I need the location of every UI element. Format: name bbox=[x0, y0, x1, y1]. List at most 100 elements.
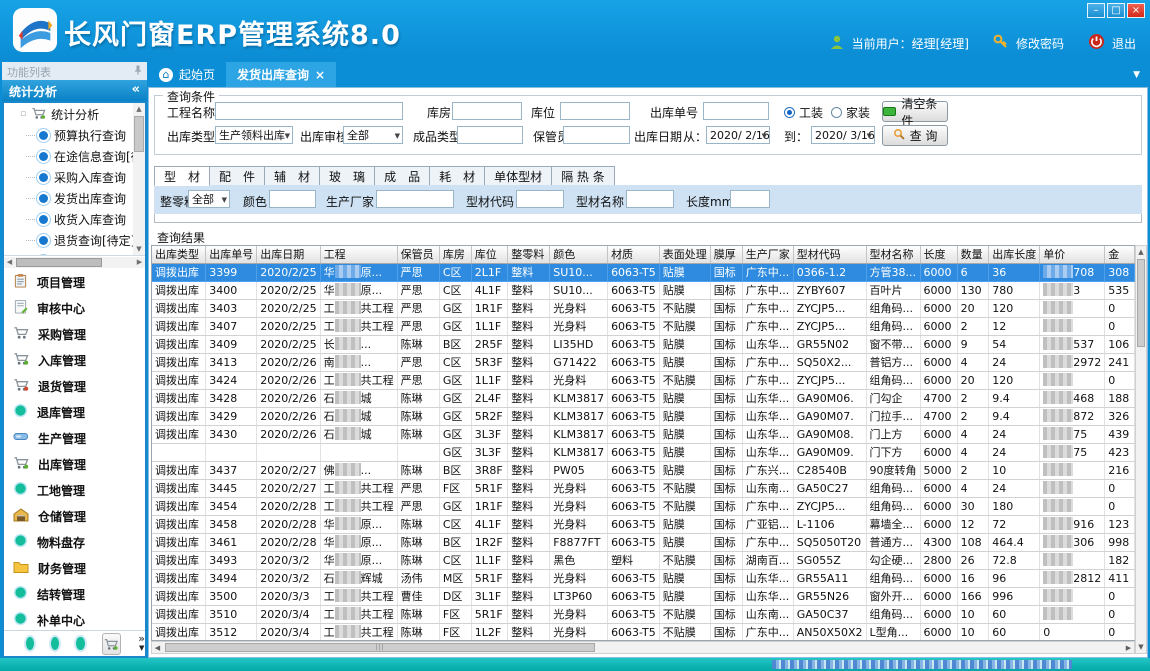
cell[interactable]: 1L1F bbox=[471, 551, 508, 569]
cell[interactable]: 华原... bbox=[320, 263, 397, 281]
cell[interactable]: 72 bbox=[989, 515, 1040, 533]
cell[interactable]: 6000 bbox=[920, 425, 957, 443]
cell[interactable]: LT3P60 bbox=[550, 587, 608, 605]
cell[interactable]: 严思 bbox=[397, 299, 439, 317]
cell[interactable]: 整料 bbox=[508, 605, 550, 623]
material-tab-6[interactable]: 单体型材 bbox=[485, 166, 552, 186]
cell[interactable]: 10 bbox=[957, 605, 989, 623]
cell[interactable]: ZYBY607 bbox=[793, 281, 866, 299]
cell[interactable]: 3428 bbox=[206, 389, 257, 407]
tree-item-0[interactable]: 预算执行查询 bbox=[4, 125, 145, 146]
cell[interactable]: 4 bbox=[957, 443, 989, 461]
cell[interactable] bbox=[1040, 551, 1105, 569]
menu-overflow-button[interactable]: »▼ bbox=[138, 635, 145, 652]
cell[interactable]: 5R1F bbox=[471, 605, 508, 623]
cell[interactable]: 780 bbox=[989, 281, 1040, 299]
cell[interactable]: 6000 bbox=[920, 479, 957, 497]
cell[interactable]: 2020/2/25 bbox=[257, 299, 320, 317]
cell[interactable]: 国标 bbox=[710, 407, 742, 425]
cell[interactable]: 严思 bbox=[397, 371, 439, 389]
cell[interactable]: 贴膜 bbox=[659, 407, 710, 425]
cell[interactable]: 439 bbox=[1105, 425, 1135, 443]
table-row[interactable]: 调拨出库34582020/2/28华原...陈琳C区4L1F整料光身料6063-… bbox=[152, 515, 1135, 533]
cell[interactable]: 贴膜 bbox=[659, 425, 710, 443]
cell[interactable]: 26 bbox=[957, 551, 989, 569]
cell[interactable]: 3413 bbox=[206, 353, 257, 371]
cell[interactable]: 工共工程 bbox=[320, 479, 397, 497]
cell[interactable]: 贴膜 bbox=[659, 281, 710, 299]
cell[interactable]: 464.4 bbox=[989, 533, 1040, 551]
cell[interactable]: 调拨出库 bbox=[152, 533, 206, 551]
cell[interactable]: 6000 bbox=[920, 353, 957, 371]
cell[interactable]: 12 bbox=[989, 317, 1040, 335]
cell[interactable]: 5R2F bbox=[471, 407, 508, 425]
cell[interactable]: GA50C27 bbox=[793, 479, 866, 497]
cell[interactable]: GR55N02 bbox=[793, 335, 866, 353]
cell[interactable] bbox=[1040, 317, 1105, 335]
cell[interactable]: 广东中... bbox=[742, 299, 793, 317]
cell[interactable]: C区 bbox=[439, 263, 471, 281]
cell[interactable]: 10 bbox=[957, 623, 989, 641]
cell[interactable]: 石城 bbox=[320, 407, 397, 425]
cell[interactable]: C区 bbox=[439, 353, 471, 371]
cell[interactable]: 3458 bbox=[206, 515, 257, 533]
cell[interactable]: 陈琳 bbox=[397, 335, 439, 353]
cell[interactable]: 贴膜 bbox=[659, 569, 710, 587]
table-row[interactable]: 调拨出库33992020/2/25华原...严思C区2L1F整料SU10...6… bbox=[152, 263, 1135, 281]
cell[interactable]: ZYCJP5... bbox=[793, 497, 866, 515]
cell[interactable]: 贴膜 bbox=[659, 389, 710, 407]
cell[interactable]: 2020/2/26 bbox=[257, 389, 320, 407]
cell[interactable]: 120 bbox=[989, 299, 1040, 317]
cell[interactable]: 整料 bbox=[508, 623, 550, 641]
cell[interactable]: 佛... bbox=[320, 461, 397, 479]
cell[interactable]: 广东中... bbox=[742, 623, 793, 641]
cell[interactable]: 湖南百... bbox=[742, 551, 793, 569]
table-row[interactable]: 调拨出库34372020/2/27佛...陈琳B区3R8F整料PW056063-… bbox=[152, 461, 1135, 479]
module-dot-icon[interactable] bbox=[51, 637, 59, 650]
cell[interactable]: 6063-T5 bbox=[608, 623, 660, 641]
cell[interactable]: 普铝方... bbox=[866, 353, 920, 371]
cell[interactable]: 窗不带... bbox=[866, 335, 920, 353]
cell[interactable]: L型角... bbox=[866, 623, 920, 641]
tab-close-icon[interactable]: × bbox=[315, 68, 325, 82]
table-row[interactable]: 调拨出库34002020/2/25华原...严思C区4L1F整料SU10...6… bbox=[152, 281, 1135, 299]
cell[interactable]: ZYCJP5... bbox=[793, 299, 866, 317]
cell[interactable]: 光身料 bbox=[550, 569, 608, 587]
table-row[interactable]: 调拨出库34542020/2/28工共工程严思G区1R1F整料光身料6063-T… bbox=[152, 497, 1135, 515]
radio-home-icon[interactable] bbox=[831, 107, 842, 118]
cell[interactable]: 0 bbox=[1105, 479, 1135, 497]
column-header-12[interactable]: 生产厂家 bbox=[742, 246, 793, 263]
cell[interactable]: 5R1F bbox=[471, 569, 508, 587]
cell[interactable]: 306 bbox=[1040, 533, 1105, 551]
module-dot-icon[interactable] bbox=[26, 637, 34, 650]
cell[interactable]: 30 bbox=[957, 497, 989, 515]
table-row[interactable]: 调拨出库34292020/2/26石城陈琳G区5R2F整料KLM38176063… bbox=[152, 407, 1135, 425]
cell[interactable]: 陈琳 bbox=[397, 407, 439, 425]
cell[interactable]: 3L3F bbox=[471, 443, 508, 461]
color-input[interactable] bbox=[269, 190, 316, 208]
cell[interactable]: 山东南... bbox=[742, 479, 793, 497]
cell[interactable]: 光身料 bbox=[550, 479, 608, 497]
cell[interactable] bbox=[1040, 461, 1105, 479]
cell[interactable]: 整料 bbox=[508, 353, 550, 371]
cell[interactable]: KLM3817 bbox=[550, 425, 608, 443]
cell[interactable]: 20 bbox=[957, 371, 989, 389]
cell[interactable]: 6063-T5 bbox=[608, 407, 660, 425]
cell[interactable]: LI35HD bbox=[550, 335, 608, 353]
cell[interactable]: 708 bbox=[1040, 263, 1105, 281]
cell[interactable]: 537 bbox=[1040, 335, 1105, 353]
cell[interactable]: 不贴膜 bbox=[659, 551, 710, 569]
cell[interactable]: 872 bbox=[1040, 407, 1105, 425]
sidebar-item-11[interactable]: 财务管理 bbox=[4, 555, 145, 581]
cell[interactable]: 广东中... bbox=[742, 281, 793, 299]
cell[interactable]: 国标 bbox=[710, 335, 742, 353]
cell[interactable]: B区 bbox=[439, 533, 471, 551]
cell[interactable] bbox=[1040, 497, 1105, 515]
table-row[interactable]: 调拨出库34932020/3/2华原...陈琳C区1L1F整料黑色塑料不贴膜国标… bbox=[152, 551, 1135, 569]
cell[interactable]: 贴膜 bbox=[659, 461, 710, 479]
cell[interactable]: 整料 bbox=[508, 587, 550, 605]
cell[interactable]: 3437 bbox=[206, 461, 257, 479]
cell[interactable]: 调拨出库 bbox=[152, 263, 206, 281]
cell[interactable]: B区 bbox=[439, 461, 471, 479]
cell[interactable]: 188 bbox=[1105, 389, 1135, 407]
